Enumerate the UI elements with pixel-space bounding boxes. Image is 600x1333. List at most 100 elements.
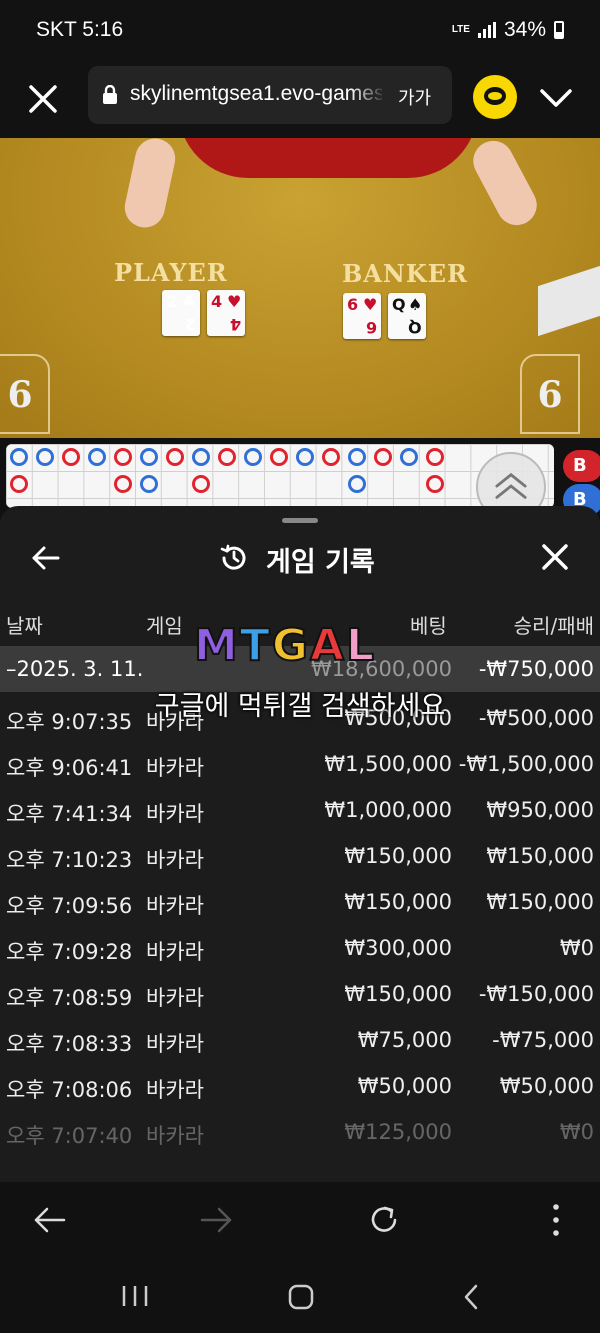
back-arrow-icon[interactable] <box>30 544 62 572</box>
close-panel-icon[interactable] <box>540 542 570 572</box>
system-navigation-bar <box>0 1258 600 1333</box>
watermark-text: 구글에 먹튀갤 검색하세요 <box>154 691 446 722</box>
roadmap-bead <box>88 448 106 466</box>
roadmap-bead <box>10 475 28 493</box>
row-game: 바카라 <box>146 802 204 826</box>
table-row[interactable]: 오후 7:07:40 바카라 ₩125,000 ₩0 <box>0 1110 600 1156</box>
roadmap-bead <box>192 475 210 493</box>
roadmap-bead <box>348 448 366 466</box>
status-time: SKT 5:16 <box>36 18 124 41</box>
row-bet: ₩50,000 <box>357 1074 452 1098</box>
sheet-drag-handle[interactable] <box>282 518 318 523</box>
player-score-box: 6 <box>0 354 50 434</box>
table-row[interactable]: 오후 9:06:41 바카라 ₩1,500,000 -₩1,500,000 <box>0 742 600 788</box>
roadmap-bead <box>218 448 236 466</box>
row-bet: ₩150,000 <box>344 982 452 1006</box>
recent-apps-icon[interactable] <box>118 1282 152 1310</box>
row-time: 오후 7:10:23 <box>6 848 133 872</box>
panel-title: 게임 기록 <box>266 547 375 578</box>
roadmap-bead <box>426 448 444 466</box>
roadmap-bead <box>114 448 132 466</box>
summary-win-loss: -₩750,000 <box>478 657 594 681</box>
more-options-icon[interactable] <box>538 1202 574 1238</box>
status-bar: SKT 5:16 LTE 34% <box>0 0 600 60</box>
text-size-button[interactable]: 가가 <box>398 84 431 110</box>
roadmap-bead <box>400 448 418 466</box>
player-card-2: 4 ♥ 4 <box>207 290 245 336</box>
row-time: 오후 7:08:59 <box>6 986 133 1010</box>
kakao-icon[interactable] <box>473 75 517 119</box>
kakao-bubble-inner <box>488 92 502 100</box>
roadmap-bead <box>426 475 444 493</box>
row-bet: ₩150,000 <box>344 890 452 914</box>
back-icon[interactable] <box>458 1282 484 1312</box>
roadmap-bead <box>374 448 392 466</box>
roadmap-bead <box>114 475 132 493</box>
browser-toolbar: skylinemtgsea1.evo-games.com 가가 <box>0 60 600 138</box>
row-game: 바카라 <box>146 1124 204 1148</box>
table-row[interactable]: 오후 7:09:28 바카라 ₩300,000 ₩0 <box>0 926 600 972</box>
url-fade <box>350 66 386 124</box>
card-suit: ♥ <box>227 292 242 311</box>
network-type-label: LTE <box>451 24 470 35</box>
watermark-letter: L <box>345 619 377 672</box>
address-bar[interactable]: skylinemtgsea1.evo-games.com 가가 <box>88 66 452 124</box>
row-win-loss: ₩50,000 <box>499 1074 594 1098</box>
card-rank-bottom: 6 <box>365 318 377 337</box>
roadmap-bead <box>10 448 28 466</box>
table-row[interactable]: 오후 7:09:56 바카라 ₩150,000 ₩150,000 <box>0 880 600 926</box>
watermark-logo: MTGAL <box>193 619 377 672</box>
banker-label: BANKER <box>342 259 468 288</box>
row-game: 바카라 <box>146 1032 204 1056</box>
card-suit: ♣ <box>182 292 197 311</box>
roadmap-bead <box>62 448 80 466</box>
roadmap[interactable] <box>6 444 554 508</box>
table-row[interactable]: 오후 7:10:23 바카라 ₩150,000 ₩150,000 <box>0 834 600 880</box>
table-row[interactable]: 오후 7:08:59 바카라 ₩150,000 -₩150,000 <box>0 972 600 1018</box>
row-win-loss: -₩1,500,000 <box>458 752 594 776</box>
player-score: 6 <box>7 374 33 416</box>
roadmap-bead <box>348 475 366 493</box>
reload-icon[interactable] <box>366 1202 402 1238</box>
roadmap-bead <box>36 448 54 466</box>
card-rank-bottom: 2 <box>184 315 196 334</box>
row-bet: ₩125,000 <box>344 1120 452 1144</box>
card-rank: 6 <box>347 295 359 314</box>
banker-score: 6 <box>537 374 563 416</box>
dealer <box>178 138 478 178</box>
column-header-game: 게임 <box>146 614 183 638</box>
signal-icon <box>477 22 496 38</box>
row-game: 바카라 <box>146 756 204 780</box>
column-header-bet: 베팅 <box>410 614 447 638</box>
row-time: 오후 7:09:56 <box>6 894 133 918</box>
card-suit: ♥ <box>363 295 378 314</box>
table-row[interactable]: 오후 7:41:34 바카라 ₩1,000,000 ₩950,000 <box>0 788 600 834</box>
banker-score-box: 6 <box>520 354 580 434</box>
table-row[interactable]: 오후 7:08:33 바카라 ₩75,000 -₩75,000 <box>0 1018 600 1064</box>
browser-back-icon[interactable] <box>32 1202 68 1238</box>
browser-bottom-bar <box>0 1182 600 1258</box>
banker-card-1: 6 ♥ 6 <box>343 293 381 339</box>
banker-side-badge[interactable]: B <box>563 450 600 482</box>
close-tab-icon[interactable] <box>22 78 64 120</box>
watermark-letter: G <box>271 619 310 672</box>
roadmap-bead <box>140 475 158 493</box>
row-win-loss: ₩150,000 <box>486 844 594 868</box>
roadmap-bead <box>270 448 288 466</box>
chevron-down-icon[interactable] <box>538 82 574 112</box>
row-bet: ₩150,000 <box>344 844 452 868</box>
table-row[interactable]: 오후 7:08:06 바카라 ₩50,000 ₩50,000 <box>0 1064 600 1110</box>
row-game: 바카라 <box>146 1078 204 1102</box>
row-game: 바카라 <box>146 986 204 1010</box>
roadmap-bead <box>322 448 340 466</box>
home-icon[interactable] <box>286 1282 316 1312</box>
row-game: 바카라 <box>146 940 204 964</box>
card-rank: 2 <box>166 292 178 311</box>
card-rank-bottom: 4 <box>229 315 241 334</box>
card-rank: 4 <box>211 292 223 311</box>
browser-forward-icon[interactable] <box>198 1202 234 1238</box>
url-text: skylinemtgsea1.evo-games.com <box>130 82 382 105</box>
row-win-loss: ₩0 <box>559 936 594 960</box>
status-indicators: LTE 34% <box>452 18 564 42</box>
row-win-loss: ₩0 <box>559 1120 594 1144</box>
